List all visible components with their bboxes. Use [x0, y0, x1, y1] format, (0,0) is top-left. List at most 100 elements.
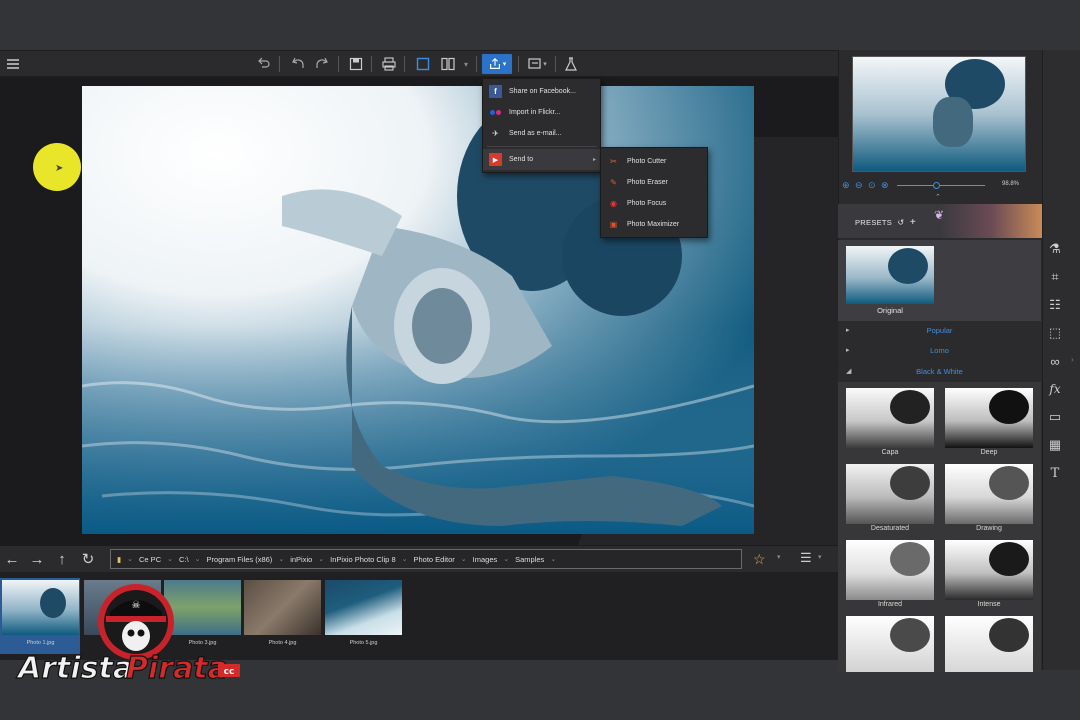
- preset-category-popular[interactable]: ▸ Popular: [838, 321, 1041, 341]
- photo-eraser-icon: ✎: [610, 178, 617, 187]
- breadcrumb-item[interactable]: Ce PC: [139, 555, 161, 564]
- preset-category-black-white[interactable]: ◢ Black & White: [838, 362, 1041, 382]
- svg-text:Artista: Artista: [16, 651, 133, 686]
- crop-icon[interactable]: ⌗: [1046, 268, 1064, 286]
- breadcrumb-item[interactable]: C:\: [179, 555, 189, 564]
- selection-icon[interactable]: ⬚: [1046, 324, 1064, 342]
- menu-item-photo-focus[interactable]: ◉ Photo Focus: [601, 193, 718, 214]
- print-icon[interactable]: [378, 54, 400, 74]
- preset-desaturated[interactable]: [846, 464, 934, 524]
- menu-item-label: Photo Cutter: [627, 158, 667, 165]
- breadcrumb[interactable]: ▮ ⌄ Ce PC ⌄ C:\ ⌄ Program Files (x86) ⌄ …: [110, 549, 742, 569]
- chevron-right-icon[interactable]: ›: [1071, 355, 1074, 364]
- chevron-down-icon[interactable]: ▾: [818, 553, 822, 561]
- chevron-down-icon[interactable]: ▾: [777, 553, 781, 561]
- zoom-fit-icon[interactable]: ⊙: [868, 180, 876, 191]
- menu-item-photo-maximizer[interactable]: ▣ Photo Maximizer: [601, 214, 718, 235]
- chevron-down-icon: ◢: [846, 368, 852, 375]
- preset-original-thumb: [846, 246, 934, 304]
- zoom-actual-icon[interactable]: ⊗: [881, 180, 889, 191]
- lab-icon[interactable]: [560, 54, 582, 74]
- toolbar-separator: [555, 56, 556, 72]
- share-button[interactable]: ▾: [482, 54, 512, 74]
- redo-icon[interactable]: [312, 54, 334, 74]
- chevron-down-icon: ▾: [502, 61, 507, 68]
- menu-item-send-to[interactable]: ▶ Send to ▸: [483, 149, 600, 170]
- menu-item-import-flickr[interactable]: Import in Flickr...: [483, 102, 600, 123]
- undo-all-icon[interactable]: [253, 54, 275, 74]
- preset-intense[interactable]: [945, 540, 1033, 600]
- breadcrumb-item[interactable]: Program Files (x86): [206, 555, 272, 564]
- navigator-preview[interactable]: [852, 56, 1026, 172]
- frame-icon[interactable]: ▭: [1046, 408, 1064, 426]
- menu-item-label: Import in Flickr...: [509, 109, 561, 116]
- chevron-down-icon: ⌄: [401, 556, 408, 563]
- zoom-slider-thumb[interactable]: [932, 182, 940, 189]
- menu-item-send-email[interactable]: ✈ Send as e-mail...: [483, 123, 600, 144]
- preset-original-label: Original: [877, 306, 903, 315]
- menu-icon[interactable]: [2, 54, 24, 74]
- preset-category-lomo[interactable]: ▸ Lomo: [838, 341, 1041, 361]
- image-canvas[interactable]: ➤: [0, 77, 838, 545]
- menu-item-label: Photo Maximizer: [627, 221, 680, 228]
- zoom-slider-track[interactable]: [897, 185, 985, 186]
- menu-item-share-facebook[interactable]: f Share on Facebook...: [483, 81, 600, 102]
- breadcrumb-item[interactable]: Samples: [515, 555, 544, 564]
- chevron-down-icon: ⌄: [318, 556, 325, 563]
- zoom-in-icon[interactable]: ⊕: [842, 180, 850, 191]
- breadcrumb-item[interactable]: InPixio Photo Clip 8: [330, 555, 395, 564]
- adjust-sliders-icon[interactable]: ☷: [1046, 296, 1064, 314]
- chevron-down-icon[interactable]: ▾: [460, 54, 472, 74]
- menu-item-label: Send as e-mail...: [509, 130, 562, 137]
- preset-infrared[interactable]: [846, 540, 934, 600]
- forward-arrow-icon[interactable]: →: [28, 550, 46, 568]
- preset-item[interactable]: [846, 616, 934, 672]
- text-icon[interactable]: T: [1046, 464, 1064, 482]
- preset-deep[interactable]: [945, 388, 1033, 448]
- chevron-down-icon: ⌄: [278, 556, 285, 563]
- share-dropdown-menu: f Share on Facebook... Import in Flickr.…: [482, 78, 601, 173]
- add-preset-icon[interactable]: +: [910, 217, 916, 228]
- chevron-down-icon: ⌄: [127, 556, 134, 563]
- breadcrumb-item[interactable]: Photo Editor: [413, 555, 454, 564]
- chevron-down-icon: ⌄: [550, 556, 557, 563]
- email-icon: ✈: [492, 129, 499, 138]
- photo-focus-icon: ◉: [610, 199, 617, 208]
- menu-item-photo-cutter[interactable]: ✂ Photo Cutter: [601, 151, 718, 172]
- zoom-out-icon[interactable]: ⊖: [855, 180, 863, 191]
- menu-item-label: Share on Facebook...: [509, 88, 576, 95]
- sort-list-icon[interactable]: ☰: [800, 550, 812, 566]
- folder-icon: ▮: [117, 554, 122, 564]
- send-to-icon: ▶: [489, 153, 502, 166]
- save-icon[interactable]: [345, 54, 367, 74]
- reset-icon[interactable]: ↺: [898, 218, 905, 227]
- export-icon[interactable]: ▾: [524, 54, 550, 74]
- breadcrumb-item[interactable]: inPixio: [290, 555, 312, 564]
- single-view-icon[interactable]: [412, 54, 434, 74]
- preset-item[interactable]: [945, 616, 1033, 672]
- main-toolbar: ▾ ▾ ▾: [0, 50, 838, 77]
- glasses-icon[interactable]: ∞: [1046, 352, 1064, 370]
- menu-item-photo-eraser[interactable]: ✎ Photo Eraser: [601, 172, 718, 193]
- fx-icon[interactable]: fx: [1046, 380, 1064, 398]
- preset-original[interactable]: Original: [838, 240, 1041, 321]
- toolbar-separator: [371, 56, 372, 72]
- preset-drawing[interactable]: [945, 464, 1033, 524]
- thumbnail-photo-5[interactable]: [325, 580, 402, 635]
- preset-capa[interactable]: [846, 388, 934, 448]
- photo-maximizer-icon: ▣: [609, 220, 618, 229]
- menu-divider: [487, 146, 597, 147]
- texture-grid-icon[interactable]: ▦: [1046, 436, 1064, 454]
- thumbnail-photo-4[interactable]: [244, 580, 321, 635]
- chevron-down-icon: ⌄: [194, 556, 201, 563]
- breadcrumb-item[interactable]: Images: [473, 555, 498, 564]
- chevron-up-icon[interactable]: ⌃: [935, 193, 941, 201]
- split-view-icon[interactable]: [437, 54, 459, 74]
- up-arrow-icon[interactable]: ↑: [53, 550, 71, 568]
- back-arrow-icon[interactable]: ←: [3, 550, 21, 568]
- chevron-right-icon: ▸: [846, 327, 850, 334]
- lab-icon[interactable]: ⚗: [1046, 240, 1064, 258]
- refresh-icon[interactable]: ↻: [79, 550, 97, 568]
- undo-icon[interactable]: [286, 54, 308, 74]
- favorite-star-icon[interactable]: ☆: [753, 551, 766, 568]
